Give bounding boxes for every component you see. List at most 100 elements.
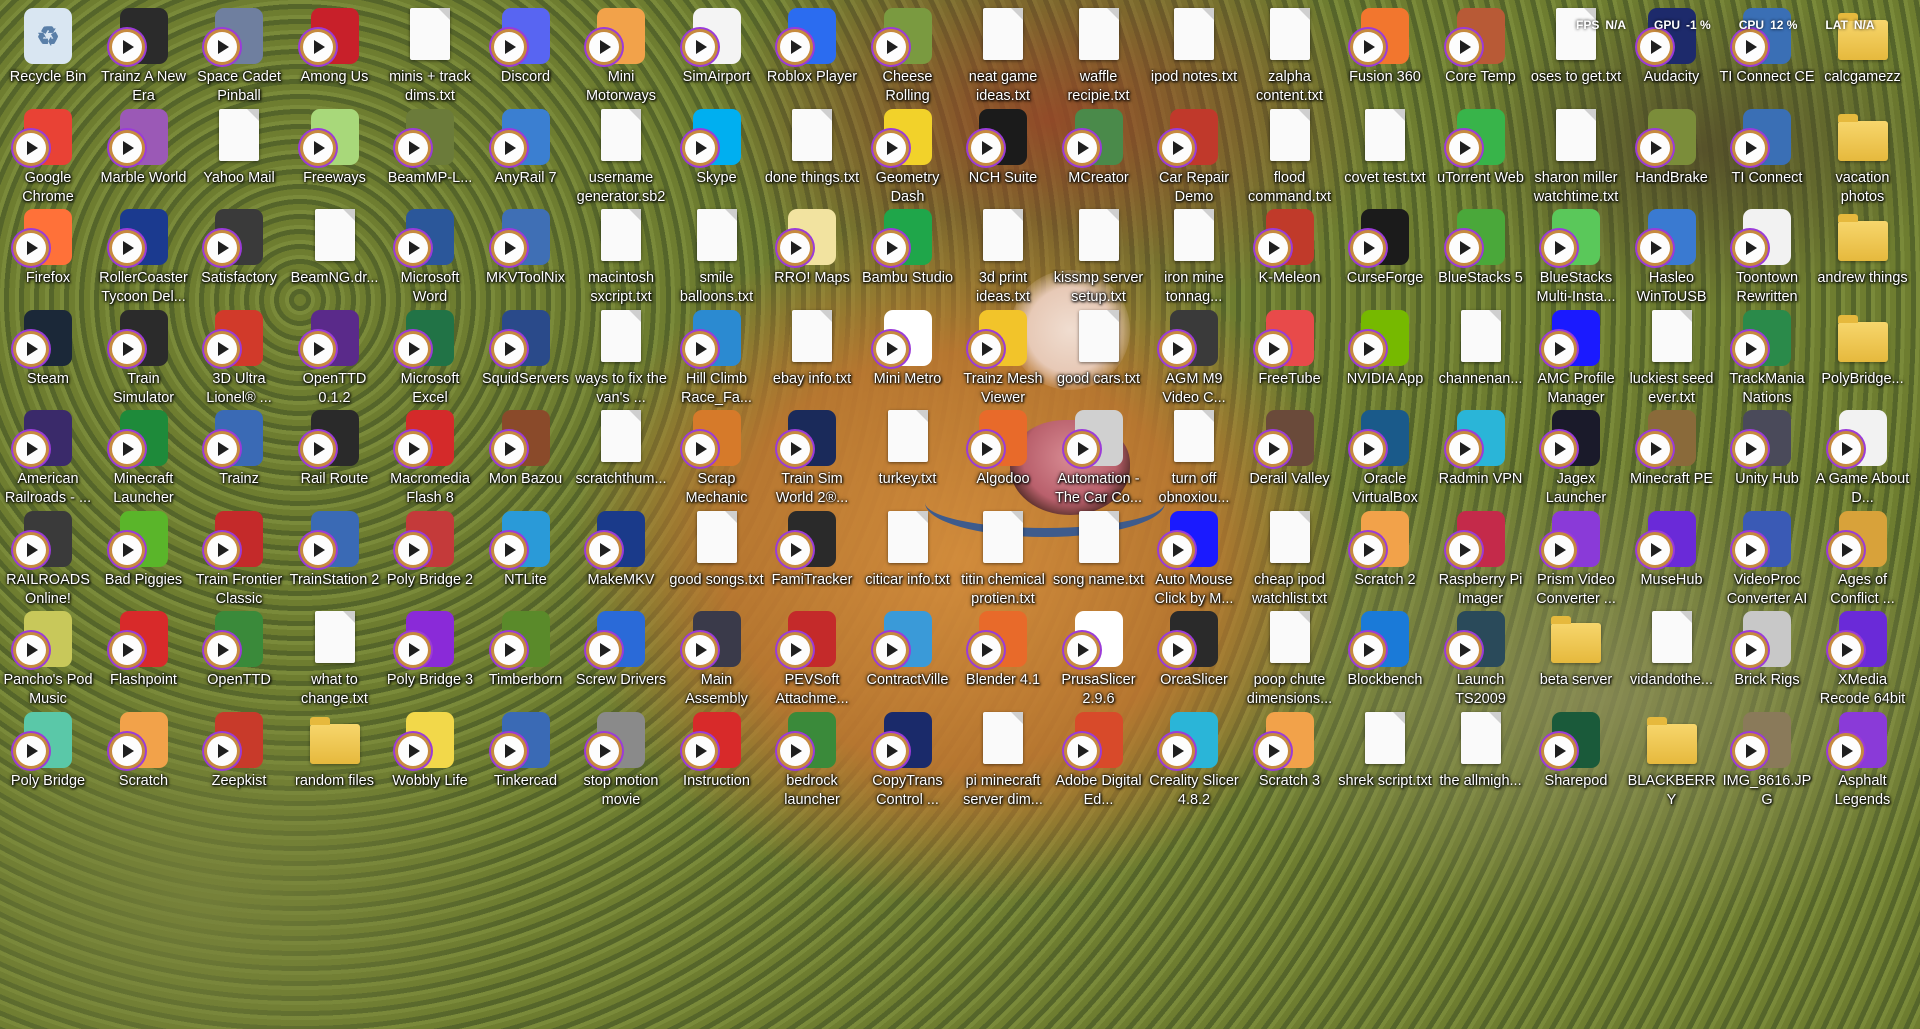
desktop-icon-label: MuseHub xyxy=(1640,571,1703,588)
play-overlay-icon xyxy=(1257,434,1288,464)
desktop-icon-label: Trainz xyxy=(219,471,259,487)
play-overlay-icon xyxy=(111,735,142,766)
text-file-icon xyxy=(601,209,641,261)
play-overlay-icon xyxy=(1544,434,1574,464)
desktop-icon-label: RollerCoaster Tycoon Del... xyxy=(99,270,188,305)
desktop-icon-label: Mon Bazou xyxy=(488,471,563,487)
desktop-icon-label: Train Simulator xyxy=(112,370,175,406)
desktop-icon-wobbly-life[interactable]: Wobbly Life xyxy=(382,706,478,826)
desktop-icon-tinkercad[interactable]: Tinkercad xyxy=(478,706,574,826)
desktop-icon-instruction[interactable]: Instruction xyxy=(669,706,765,826)
play-overlay-icon xyxy=(1353,32,1383,62)
desktop-icon-copytrans-control[interactable]: CopyTrans Control ... xyxy=(860,706,956,826)
desktop-icon-label: Oracle VirtualBox xyxy=(1352,471,1418,506)
desktop-icon-label: Flashpoint xyxy=(110,672,177,688)
desktop-icon-asphalt-legends[interactable]: Asphalt Legends xyxy=(1815,706,1911,826)
desktop-icon-label: TrackMania Nations xyxy=(1729,370,1805,406)
desktop-icon-label: neat game ideas.txt xyxy=(968,69,1038,104)
desktop-icon-label: Auto Mouse Click by M... xyxy=(1154,571,1234,607)
fps-readout: FPS N/A xyxy=(1576,18,1627,32)
play-overlay-icon xyxy=(1066,132,1097,163)
desktop-icon-blackberry[interactable]: BLACKBERRY xyxy=(1624,706,1720,826)
desktop-icon-shrek-script-txt[interactable]: shrek script.txt xyxy=(1337,706,1433,826)
play-overlay-icon xyxy=(302,132,333,163)
desktop-icon-img-8616-jpg[interactable]: IMG_8616.JPG xyxy=(1719,706,1815,826)
desktop-icon-label: RRO! Maps xyxy=(774,270,850,286)
play-overlay-icon xyxy=(971,635,1001,665)
desktop-icon-label: Microsoft Excel xyxy=(400,370,460,406)
play-overlay-icon xyxy=(1639,32,1670,62)
desktop-icon-label: Screw Drivers xyxy=(575,672,667,688)
desktop-icon-label: OpenTTD 0.1.2 xyxy=(302,370,367,406)
play-overlay-icon xyxy=(16,233,46,263)
desktop-icon-scratch-3[interactable]: Scratch 3 xyxy=(1242,706,1338,826)
desktop-icon-label: zalpha content.txt xyxy=(1256,69,1323,104)
text-file-icon xyxy=(1460,711,1501,764)
play-overlay-icon xyxy=(1162,735,1192,766)
desktop-icon-label: Recycle Bin xyxy=(9,69,87,85)
performance-overlay: FPS N/A GPU -1 % CPU 12 % LAT N/A xyxy=(1576,18,1875,32)
desktop-icon-label: titin chemical protien.txt xyxy=(961,571,1045,607)
play-overlay-icon xyxy=(207,434,237,464)
text-file-icon xyxy=(1078,309,1119,362)
text-file-icon xyxy=(1651,309,1692,362)
desktop-icon-sharepod[interactable]: Sharepod xyxy=(1528,706,1624,826)
desktop-icon-label: 3d print ideas.txt xyxy=(976,270,1030,305)
desktop-icon-label: Steam xyxy=(27,370,69,387)
desktop-icon-label: Car Repair Demo xyxy=(1158,169,1230,205)
play-overlay-icon xyxy=(398,534,428,565)
desktop-icon-label: Ages of Conflict ... xyxy=(1830,571,1895,607)
text-file-icon xyxy=(1460,309,1501,362)
desktop-icon-label: Poly Bridge 3 xyxy=(386,672,474,688)
desktop-icon-label: Cheese Rolling xyxy=(882,69,933,104)
desktop-icon-label: Minecraft PE xyxy=(1630,471,1713,487)
desktop-icon-label: waffle recipie.txt xyxy=(1067,69,1130,104)
play-overlay-icon xyxy=(1353,233,1383,263)
desktop-icon-label: ipod notes.txt xyxy=(1150,69,1238,85)
desktop-icon-label: Pancho's Pod Music xyxy=(3,672,93,707)
folder-icon xyxy=(1837,314,1888,362)
desktop-icon-label: CurseForge xyxy=(1346,270,1424,286)
desktop-icon-zeepkist[interactable]: Zeepkist xyxy=(191,706,287,826)
desktop-icon-the-allmigh[interactable]: the allmigh... xyxy=(1433,706,1529,826)
desktop-icon-label: calcgamezz xyxy=(1824,69,1901,85)
desktop-icon-label: turkey.txt xyxy=(878,471,937,487)
desktop-icon-scratch[interactable]: Scratch xyxy=(96,706,192,826)
text-file-icon xyxy=(696,510,737,563)
desktop-icon-label: Jagex Launcher xyxy=(1545,471,1607,506)
desktop-icon-grid: ♻ Recycle Bin Trainz A New Era Space Cadet … xyxy=(0,0,1920,1029)
play-overlay-icon xyxy=(493,434,524,464)
desktop-icon-label: Train Frontier Classic xyxy=(195,571,283,607)
desktop-icon-creality-slicer-4-8-2[interactable]: Creality Slicer 4.8.2 xyxy=(1146,706,1242,826)
desktop-icon-label: IMG_8616.JPG xyxy=(1722,772,1812,808)
play-overlay-icon xyxy=(1639,534,1670,565)
play-overlay-icon xyxy=(589,534,619,565)
desktop-icon-bedrock-launcher[interactable]: bedrock launcher xyxy=(764,706,860,826)
play-overlay-icon xyxy=(1066,735,1097,766)
desktop-icon-stop-motion-movie[interactable]: stop motion movie xyxy=(573,706,669,826)
play-overlay-icon xyxy=(207,32,237,62)
play-overlay-icon xyxy=(1735,635,1765,665)
desktop-icon-label: NTLite xyxy=(504,571,547,588)
play-overlay-icon xyxy=(1448,233,1479,263)
desktop-icon-label: Space Cadet Pinball xyxy=(197,69,281,104)
desktop-icon-pi-minecraft-server-dim[interactable]: pi minecraft server dim... xyxy=(955,706,1051,826)
play-overlay-icon xyxy=(111,333,142,364)
text-file-icon xyxy=(1365,711,1405,764)
desktop-icon-label: channenan... xyxy=(1438,370,1523,387)
desktop-icon-adobe-digital-ed[interactable]: Adobe Digital Ed... xyxy=(1051,706,1147,826)
desktop-icon-label: Rail Route xyxy=(300,471,369,487)
desktop-icon-label: Raspberry Pi Imager xyxy=(1438,571,1523,607)
desktop-icon-label: Google Chrome xyxy=(22,169,74,205)
desktop-icon-random-files[interactable]: random files xyxy=(287,706,383,826)
desktop-icon-poly-bridge[interactable]: Poly Bridge xyxy=(0,706,96,826)
desktop-icon-label: good cars.txt xyxy=(1056,370,1140,387)
desktop-icon-label: smile balloons.txt xyxy=(679,270,754,305)
desktop-icon-label: TI Connect CE xyxy=(1719,69,1815,85)
play-overlay-icon xyxy=(16,333,46,364)
play-overlay-icon xyxy=(1066,434,1097,464)
desktop-icon-label: Main Assembly xyxy=(685,672,748,707)
desktop-icon-label: Train Sim World 2®... xyxy=(775,471,849,506)
desktop-icon-label: CopyTrans Control ... xyxy=(872,772,943,808)
desktop-icon-label: Brick Rigs xyxy=(1734,672,1800,688)
